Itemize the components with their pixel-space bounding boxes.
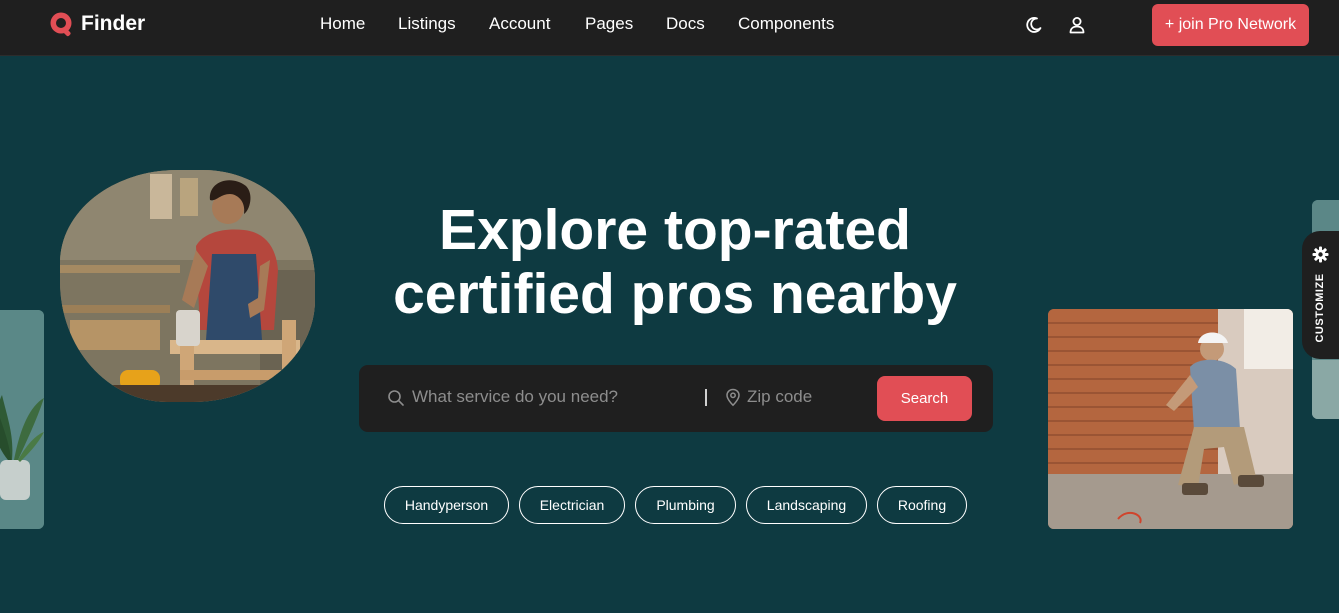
construction-worker-photo xyxy=(1048,309,1293,529)
nav-link-home[interactable]: Home xyxy=(320,13,365,35)
map-pin-icon xyxy=(726,388,740,407)
nav-link-account[interactable]: Account xyxy=(489,13,550,35)
brick-wall-image xyxy=(1048,309,1293,529)
search-icon xyxy=(50,12,72,37)
hero-title-line-2: certified pros nearby xyxy=(393,262,957,326)
search-icon xyxy=(388,390,404,406)
category-chip-handyperson[interactable]: Handyperson xyxy=(384,486,509,524)
nav-link-pages[interactable]: Pages xyxy=(585,13,633,35)
search-divider xyxy=(705,389,707,406)
category-chip-roofing[interactable]: Roofing xyxy=(877,486,967,524)
customize-label: CUSTOMIZE xyxy=(1314,273,1326,343)
top-navbar: Finder Home Listings Account Pages Docs … xyxy=(0,0,1339,56)
nav-link-docs[interactable]: Docs xyxy=(666,13,705,35)
nav-link-components[interactable]: Components xyxy=(738,13,834,35)
hero-title: Explore top-rated certified pros nearby xyxy=(340,198,1010,326)
brand-logo[interactable]: Finder xyxy=(49,11,145,37)
hero-title-line-1: Explore top-rated xyxy=(439,198,911,262)
moon-icon[interactable] xyxy=(1024,15,1044,35)
plant-image xyxy=(0,310,44,529)
woodworker-image xyxy=(60,170,315,402)
carousel-image-left-edge[interactable] xyxy=(0,310,44,529)
user-icon[interactable] xyxy=(1067,15,1087,35)
category-chip-landscaping[interactable]: Landscaping xyxy=(746,486,867,524)
search-button[interactable]: Search xyxy=(877,376,972,421)
zip-code-input[interactable] xyxy=(747,383,867,411)
brand-name: Finder xyxy=(81,12,146,35)
carpenter-photo xyxy=(60,170,315,402)
gear-icon[interactable] xyxy=(1312,246,1329,263)
nav-link-listings[interactable]: Listings xyxy=(398,13,456,35)
category-chip-electrician[interactable]: Electrician xyxy=(519,486,625,524)
category-chip-plumbing[interactable]: Plumbing xyxy=(635,486,736,524)
join-pro-network-button[interactable]: + join Pro Network xyxy=(1152,4,1309,46)
service-search-input[interactable] xyxy=(412,383,692,411)
